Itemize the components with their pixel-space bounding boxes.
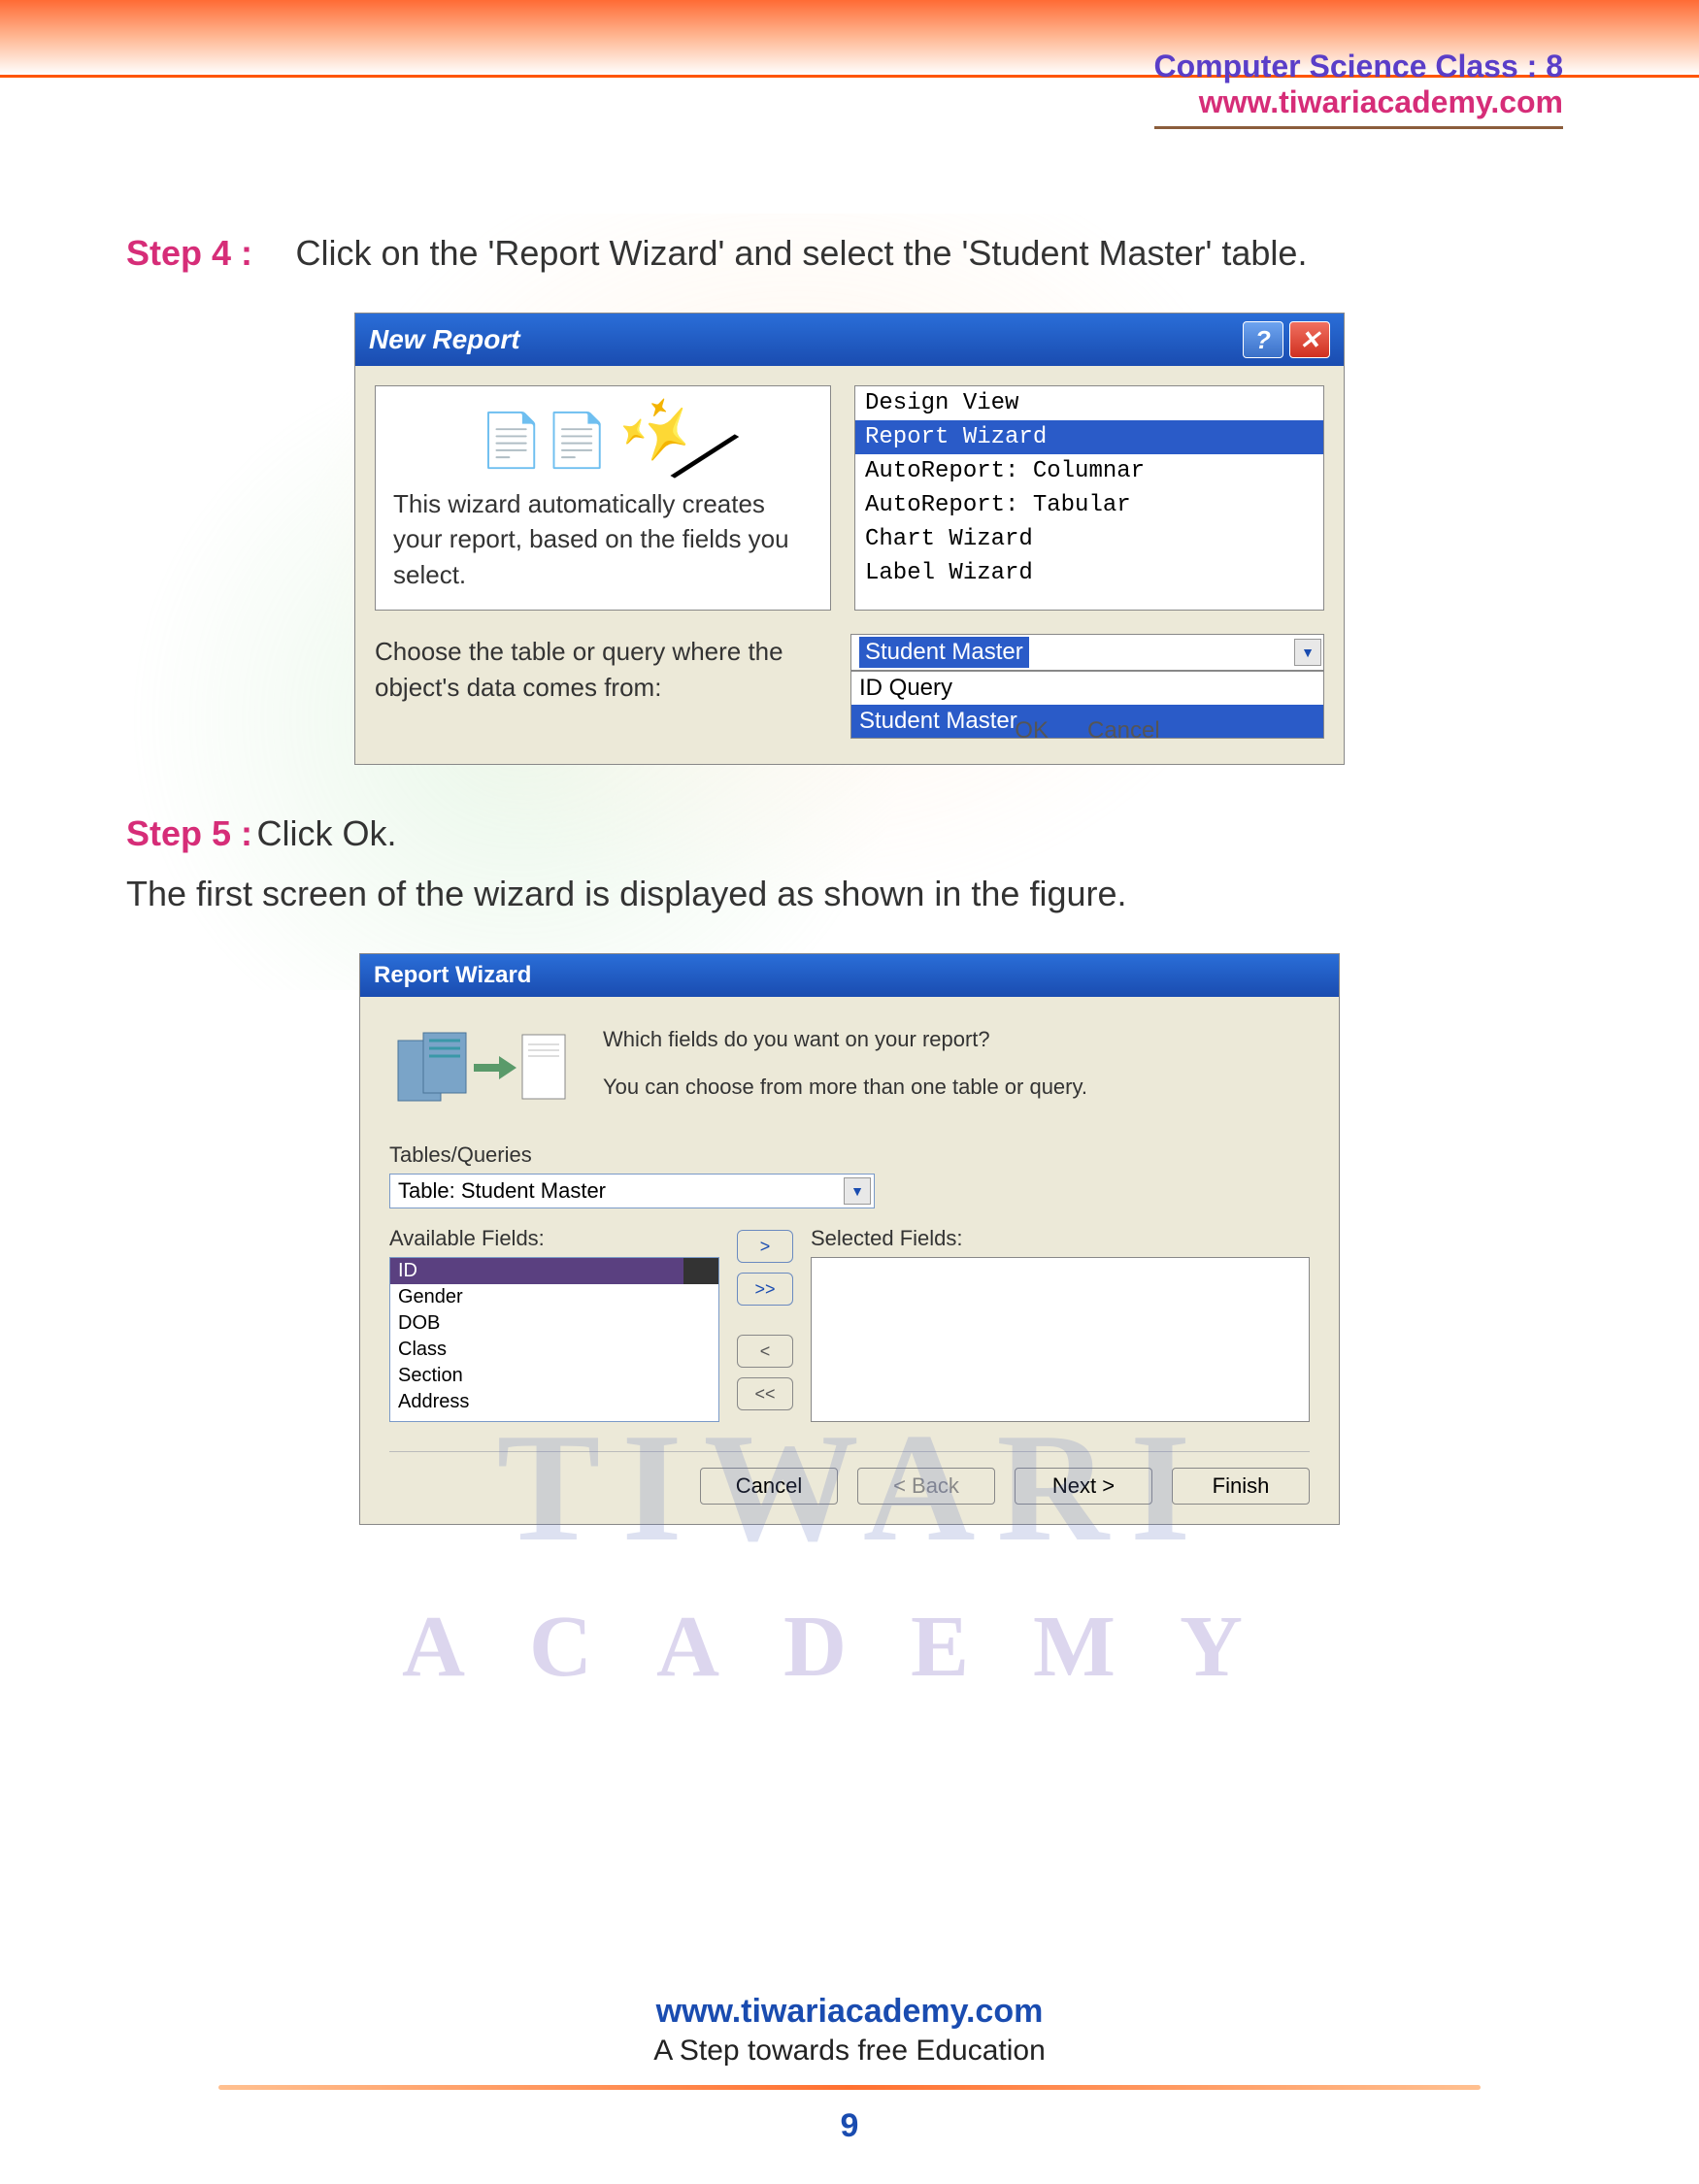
selected-fields-list[interactable] (811, 1257, 1310, 1422)
footer-tagline: A Step towards free Education (0, 2035, 1699, 2068)
available-fields-label: Available Fields: (389, 1226, 719, 1251)
chevron-down-icon[interactable]: ▼ (844, 1177, 871, 1205)
wizard-preview-pane: 📄📄✨╱ This wizard automatically creates y… (375, 385, 831, 611)
list-item[interactable]: AutoReport: Columnar (855, 454, 1323, 488)
close-button[interactable]: ✕ (1289, 321, 1330, 358)
ok-button[interactable]: OK (1015, 717, 1049, 745)
add-all-button[interactable]: >> (737, 1273, 793, 1306)
titlebar: Report Wizard (360, 954, 1339, 997)
wizard-description: This wizard automatically creates your r… (393, 486, 813, 592)
step5-text: Click Ok. (256, 813, 396, 853)
dialog-title: New Report (369, 324, 520, 355)
dialog-title: Report Wizard (374, 962, 531, 989)
report-wizard-dialog: Report Wizard Which fields do you want o… (359, 953, 1340, 1525)
remove-one-button[interactable]: < (737, 1335, 793, 1368)
tables-queries-combo[interactable]: Table: Student Master ▼ (389, 1174, 875, 1208)
field-item[interactable]: Class (390, 1337, 718, 1363)
list-item[interactable]: Design View (855, 386, 1323, 420)
selected-fields-label: Selected Fields: (811, 1226, 1310, 1251)
help-button[interactable]: ? (1243, 321, 1283, 358)
footer-url: www.tiwariacademy.com (0, 1993, 1699, 2031)
table-combo[interactable]: Student Master ▼ (850, 634, 1324, 671)
tables-queries-label: Tables/Queries (389, 1142, 1310, 1168)
finish-button[interactable]: Finish (1172, 1468, 1310, 1505)
step4-label: Step 4 : (126, 233, 291, 274)
report-type-list[interactable]: Design View Report Wizard AutoReport: Co… (854, 385, 1324, 611)
list-item-selected[interactable]: Report Wizard (855, 420, 1323, 454)
step5-description: The first screen of the wizard is displa… (126, 874, 1573, 914)
cancel-button[interactable]: Cancel (700, 1468, 838, 1505)
field-item[interactable]: Section (390, 1363, 718, 1389)
back-button[interactable]: < Back (857, 1468, 995, 1505)
step4-text: Click on the 'Report Wizard' and select … (295, 233, 1307, 273)
available-fields-list[interactable]: ID Gender DOB Class Section Address (389, 1257, 719, 1422)
field-item[interactable]: Gender (390, 1284, 718, 1310)
wizard-question: Which fields do you want on your report? (603, 1016, 1087, 1063)
step5-label: Step 5 : (126, 813, 252, 853)
wizard-hint: You can choose from more than one table … (603, 1064, 1087, 1110)
page-number: 9 (0, 2107, 1699, 2145)
wizard-icon: 📄📄✨╱ (393, 404, 813, 473)
combo-selected: Student Master (859, 637, 1029, 668)
field-item[interactable]: DOB (390, 1310, 718, 1337)
add-one-button[interactable]: > (737, 1230, 793, 1263)
wizard-graphic-icon (389, 1016, 574, 1123)
next-button[interactable]: Next > (1015, 1468, 1152, 1505)
chevron-down-icon[interactable]: ▼ (1294, 639, 1321, 666)
titlebar: New Report ? ✕ (355, 314, 1344, 366)
field-selected[interactable]: ID (390, 1258, 718, 1284)
dropdown-item[interactable]: ID Query (851, 672, 1323, 705)
new-report-dialog: New Report ? ✕ 📄📄✨╱ This wizard automati… (354, 313, 1345, 765)
list-item[interactable]: AutoReport: Tabular (855, 488, 1323, 522)
choose-table-label: Choose the table or query where the obje… (375, 634, 831, 705)
field-item[interactable]: Address (390, 1389, 718, 1415)
remove-all-button[interactable]: << (737, 1377, 793, 1410)
cancel-button[interactable]: Cancel (1087, 717, 1160, 745)
footer-separator (218, 2085, 1481, 2090)
list-item[interactable]: Chart Wizard (855, 522, 1323, 556)
list-item[interactable]: Label Wizard (855, 556, 1323, 590)
